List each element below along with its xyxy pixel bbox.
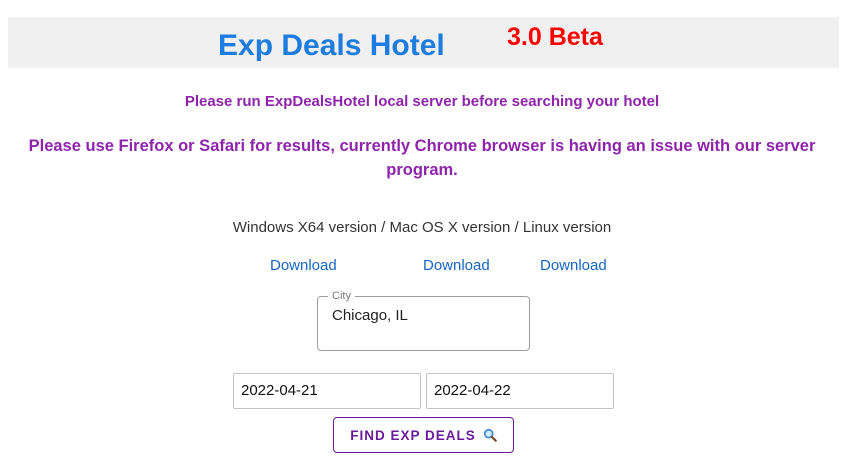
version-badge: 3.0 Beta — [507, 23, 603, 51]
app-title: Exp Deals Hotel — [218, 29, 445, 62]
checkout-date-input[interactable] — [434, 382, 604, 399]
versions-line: Windows X64 version / Mac OS X version /… — [232, 219, 612, 236]
server-notice: Please run ExpDealsHotel local server be… — [184, 93, 660, 110]
city-input[interactable] — [332, 307, 517, 324]
download-linux-link[interactable]: Download — [540, 256, 607, 276]
download-mac-link[interactable]: Download — [423, 256, 490, 276]
checkin-date-field[interactable] — [233, 373, 421, 409]
search-icon — [483, 428, 497, 442]
checkin-date-input[interactable] — [241, 382, 411, 399]
checkout-date-field[interactable] — [426, 373, 614, 409]
page: Exp Deals Hotel 3.0 Beta Please run ExpD… — [0, 0, 844, 457]
city-label: City — [328, 289, 355, 303]
download-windows-link[interactable]: Download — [270, 256, 337, 276]
city-field[interactable]: City — [317, 289, 530, 351]
find-deals-button[interactable]: FIND EXP DEALS — [333, 417, 514, 453]
browser-notice: Please use Firefox or Safari for results… — [28, 137, 816, 179]
find-deals-label: FIND EXP DEALS — [350, 427, 476, 443]
